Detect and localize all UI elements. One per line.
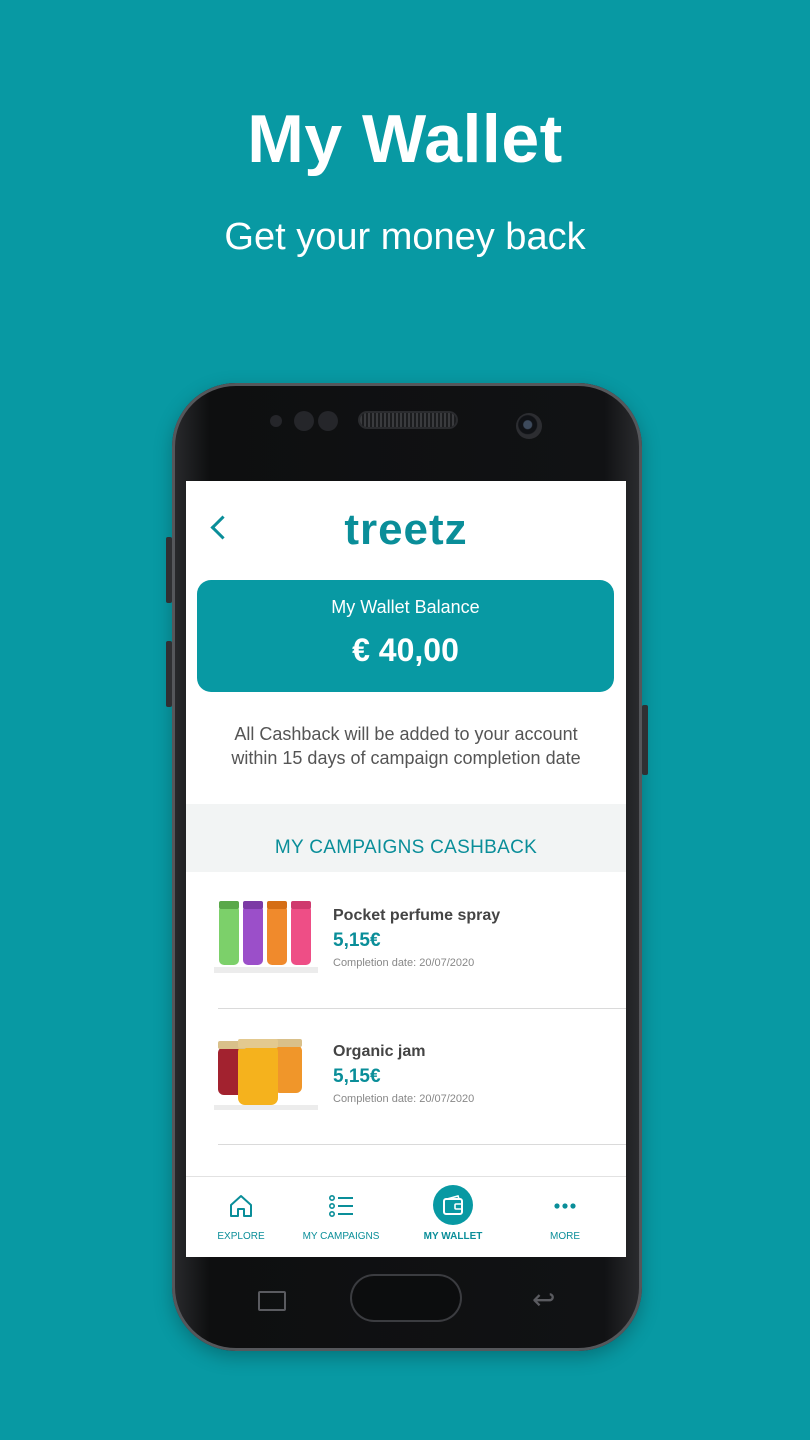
campaign-item[interactable]: Pocket perfume spray 5,15€ Completion da…: [186, 873, 626, 1009]
home-button[interactable]: [352, 1276, 460, 1320]
nav-label: MY CAMPAIGNS: [302, 1231, 380, 1242]
list-icon: [328, 1195, 353, 1217]
treetz-logo: treetz: [344, 505, 468, 554]
section-title: MY CAMPAIGNS CASHBACK: [274, 837, 538, 858]
system-back-icon[interactable]: ↩: [532, 1283, 555, 1316]
promo-title: My Wallet: [247, 101, 563, 177]
sensor-dot: [270, 415, 282, 427]
campaign-item[interactable]: Organic jam 5,15€ Completion date: 20/07…: [186, 1009, 626, 1145]
campaign-date: Completion date: 20/07/2020: [333, 1093, 475, 1105]
home-icon: [230, 1195, 252, 1217]
sensor-dot: [294, 411, 314, 431]
cashback-note-line: All Cashback will be added to your accou…: [234, 724, 578, 744]
more-dots-icon: [554, 1203, 576, 1209]
recent-apps-icon[interactable]: [258, 1291, 286, 1311]
power-button: [642, 705, 648, 775]
jam-jars-image: [214, 1035, 318, 1113]
wallet-icon: [443, 1195, 463, 1215]
divider: [218, 1144, 626, 1145]
campaign-amount: 5,15€: [333, 1066, 381, 1087]
campaign-name: Pocket perfume spray: [333, 907, 501, 924]
sensor-dot: [318, 411, 338, 431]
nav-label: MORE: [550, 1231, 580, 1242]
cashback-note-line: within 15 days of campaign completion da…: [231, 748, 581, 768]
promo-subtitle: Get your money back: [224, 216, 586, 258]
app-header: treetz: [186, 481, 626, 577]
perfume-bottles-image: [214, 899, 318, 977]
wallet-balance-card: My Wallet Balance € 40,00: [197, 580, 614, 692]
nav-my-campaigns[interactable]: MY CAMPAIGNS: [286, 1177, 396, 1257]
nav-label: MY WALLET: [423, 1231, 483, 1242]
front-camera: [516, 413, 542, 439]
volume-up-button: [166, 537, 172, 603]
campaign-name: Organic jam: [333, 1043, 426, 1060]
volume-down-button: [166, 641, 172, 707]
balance-value: € 40,00: [352, 632, 459, 668]
nav-label: EXPLORE: [217, 1231, 265, 1242]
campaign-amount: 5,15€: [333, 930, 381, 951]
app-screen: treetz My Wallet Balance € 40,00 All Cas…: [186, 481, 626, 1257]
nav-explore[interactable]: EXPLORE: [186, 1177, 296, 1257]
bottom-navigation: EXPLORE MY CAMPAIGNS MY WALLET MORE: [186, 1176, 626, 1257]
campaign-date: Completion date: 20/07/2020: [333, 957, 475, 969]
balance-label: My Wallet Balance: [331, 597, 480, 617]
earpiece-speaker: [360, 413, 456, 427]
nav-more[interactable]: MORE: [510, 1177, 620, 1257]
nav-my-wallet[interactable]: MY WALLET: [398, 1177, 508, 1257]
cashback-note: All Cashback will be added to your accou…: [186, 722, 626, 770]
